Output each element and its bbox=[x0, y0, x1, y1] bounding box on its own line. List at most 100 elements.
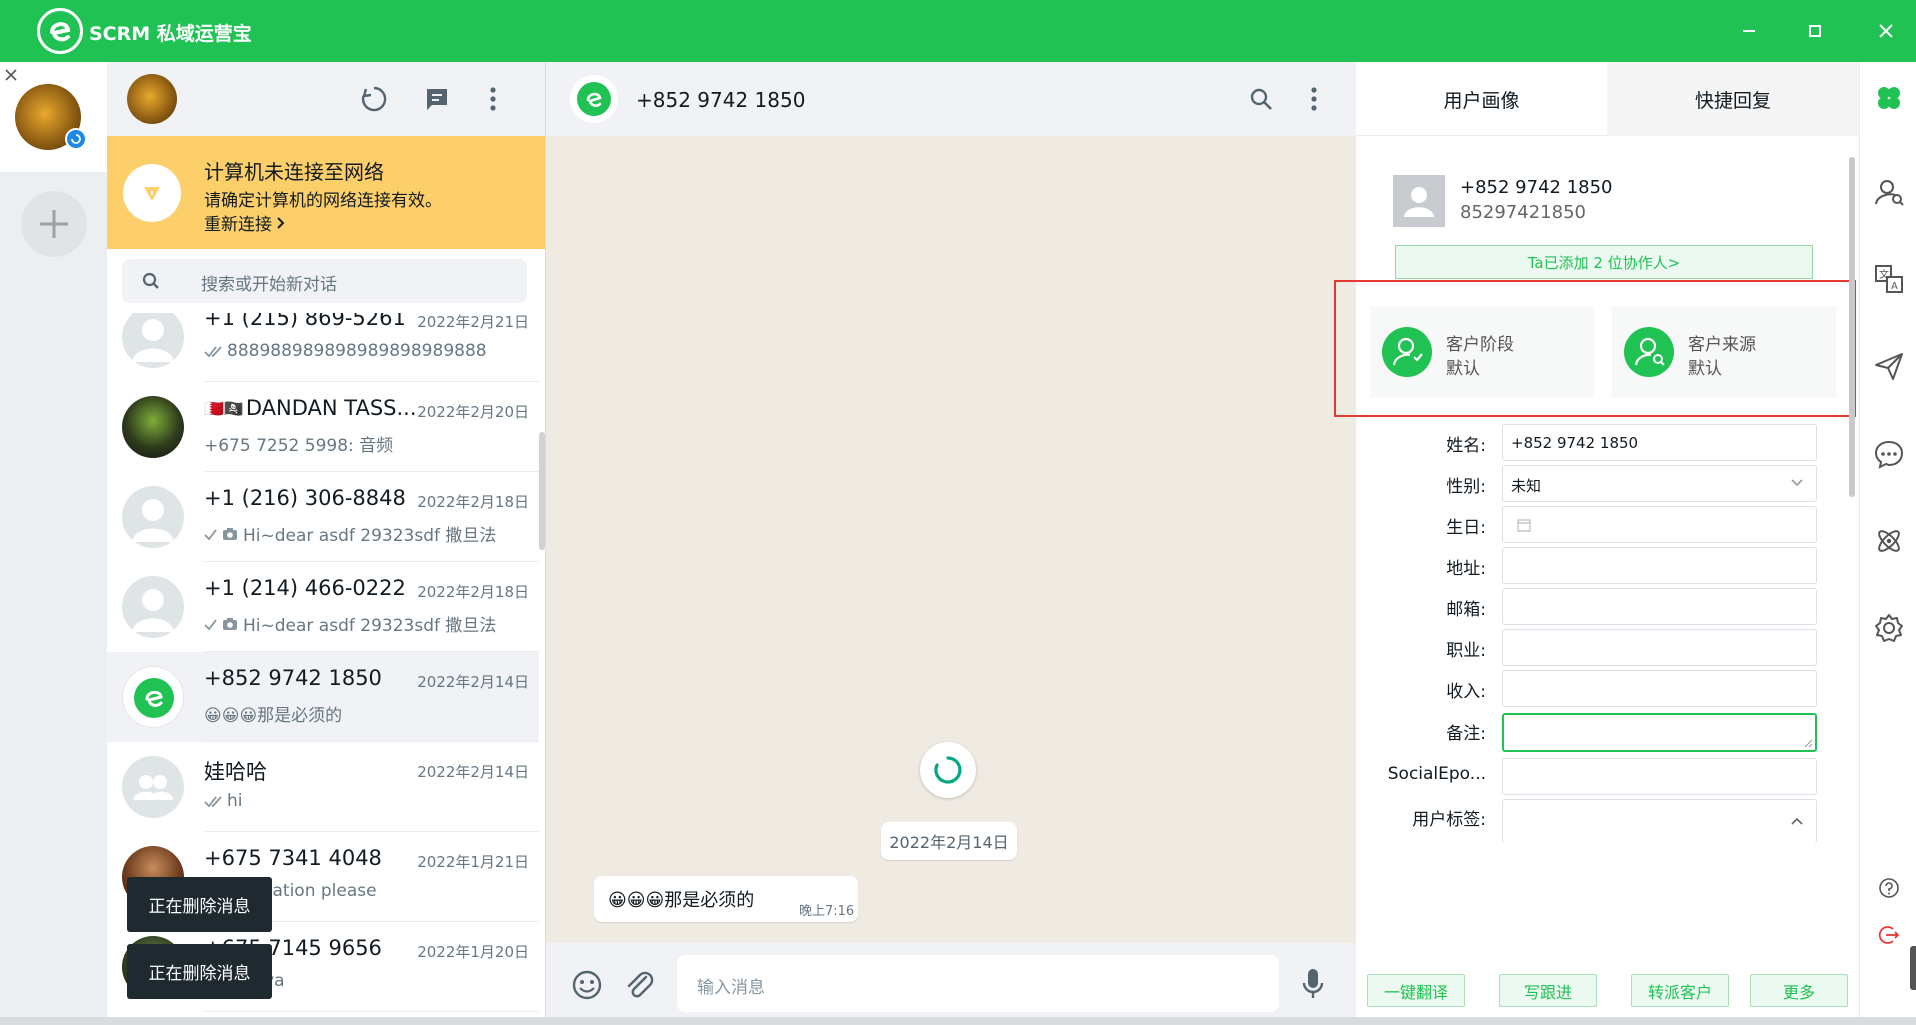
social-field[interactable] bbox=[1502, 758, 1817, 795]
list-item-selected[interactable]: +852 9742 1850 2022年2月14日 😀😀😀那是必须的 bbox=[107, 652, 539, 742]
help-icon[interactable] bbox=[1878, 877, 1900, 899]
chat-preview: Hi~dear asdf 29323sdf 撒旦法 bbox=[243, 526, 497, 546]
chat-name: +675 7341 4048 bbox=[204, 846, 382, 870]
chat-avatar bbox=[122, 396, 184, 458]
conversation-menu-icon[interactable] bbox=[1308, 86, 1320, 112]
gear-icon[interactable] bbox=[1873, 612, 1905, 644]
note-label: 备注: bbox=[1446, 724, 1486, 744]
chat-name: +1 (215) 869-5261 bbox=[204, 313, 406, 330]
chat-list-scrollbar[interactable] bbox=[539, 432, 545, 550]
contact-avatar-logo-icon[interactable] bbox=[570, 75, 618, 123]
close-account-icon[interactable] bbox=[4, 68, 18, 82]
list-item[interactable]: +1 (214) 466-0222 2022年2月18日 Hi~dear asd… bbox=[107, 562, 539, 652]
loading-spinner-icon bbox=[920, 742, 976, 798]
chat-name: 娃哈哈 bbox=[204, 760, 267, 784]
more-button[interactable]: 更多 bbox=[1750, 974, 1848, 1007]
conversation-header: +852 9742 1850 bbox=[546, 62, 1356, 136]
chat-preview: 😀😀😀那是必须的 bbox=[204, 706, 343, 726]
emoji-icon[interactable] bbox=[571, 969, 603, 1001]
chat-bubble-icon[interactable] bbox=[1873, 438, 1905, 470]
chevron-down-icon bbox=[1790, 478, 1804, 488]
list-item[interactable]: 🇧🇭🏴‍☠️ DANDAN TASS... 2022年2月20日 +675 72… bbox=[107, 382, 539, 472]
close-icon[interactable] bbox=[1869, 14, 1903, 48]
tab-quick-reply[interactable]: 快捷回复 bbox=[1607, 62, 1859, 136]
title-bar: SCRM 私域运营宝 bbox=[0, 0, 1916, 62]
list-item[interactable]: +1 (216) 306-8848 2022年2月18日 Hi~dear asd… bbox=[107, 472, 539, 562]
contact-title[interactable]: +852 9742 1850 bbox=[636, 88, 805, 112]
job-field[interactable] bbox=[1502, 629, 1817, 666]
job-label: 职业: bbox=[1446, 641, 1486, 661]
new-chat-icon[interactable] bbox=[423, 85, 451, 113]
message-input[interactable]: 输入消息 bbox=[677, 955, 1279, 1012]
email-field[interactable] bbox=[1502, 588, 1817, 625]
name-field[interactable]: +852 9742 1850 bbox=[1502, 424, 1817, 461]
app-logo-icon bbox=[37, 8, 83, 54]
add-account-button[interactable] bbox=[21, 191, 87, 257]
profile-name: +852 9742 1850 bbox=[1460, 177, 1613, 198]
banner-title: 计算机未连接至网络 bbox=[204, 160, 384, 184]
maximize-icon[interactable] bbox=[1798, 14, 1832, 48]
chat-name: DANDAN TASS... bbox=[245, 396, 417, 420]
minimize-icon[interactable] bbox=[1732, 14, 1766, 48]
tags-field[interactable] bbox=[1502, 799, 1817, 843]
clover-icon[interactable] bbox=[1873, 82, 1905, 114]
microphone-icon[interactable] bbox=[1302, 967, 1324, 1001]
list-item[interactable]: +1 (215) 869-5261 2022年2月21日 88898898989… bbox=[107, 313, 539, 382]
tab-user-profile[interactable]: 用户画像 bbox=[1356, 62, 1607, 136]
double-check-icon bbox=[204, 794, 224, 808]
chat-date: 2022年2月14日 bbox=[417, 763, 529, 781]
search-placeholder[interactable]: 搜索或开始新对话 bbox=[201, 270, 337, 295]
address-field[interactable] bbox=[1502, 547, 1817, 584]
account-card[interactable] bbox=[0, 62, 107, 172]
check-icon bbox=[204, 527, 218, 541]
atom-icon[interactable] bbox=[1873, 525, 1905, 557]
user-search-icon[interactable] bbox=[1873, 176, 1905, 208]
collaborators-button[interactable]: Ta已添加 2 位协作人> bbox=[1395, 245, 1813, 279]
my-avatar[interactable] bbox=[127, 74, 177, 124]
calendar-icon bbox=[1517, 518, 1531, 532]
note-textarea[interactable] bbox=[1502, 713, 1817, 752]
send-icon[interactable] bbox=[1873, 350, 1905, 382]
message-input-placeholder[interactable]: 输入消息 bbox=[697, 973, 765, 998]
name-label: 姓名: bbox=[1446, 436, 1486, 456]
chat-date: 2022年2月20日 bbox=[417, 403, 529, 421]
chat-date: 2022年2月21日 bbox=[417, 313, 529, 331]
offline-banner: 计算机未连接至网络 请确定计算机的网络连接有效。 重新连接 bbox=[107, 136, 545, 249]
chat-preview: 888988989898989898989888 bbox=[227, 341, 487, 361]
message-bubble[interactable]: 😀😀😀那是必须的 晚上7:16 bbox=[594, 876, 858, 922]
menu-kebab-icon[interactable] bbox=[487, 85, 499, 113]
translate-button[interactable]: 一键翻译 bbox=[1367, 974, 1465, 1007]
transfer-customer-button[interactable]: 转派客户 bbox=[1631, 974, 1729, 1007]
default-avatar-icon bbox=[122, 576, 184, 638]
conversation-panel: +852 9742 1850 2022年2月14日 😀😀😀那是必须的 晚上7:1… bbox=[546, 62, 1356, 1025]
status-icon[interactable] bbox=[360, 85, 388, 113]
attach-icon[interactable] bbox=[624, 969, 654, 1001]
reconnect-label: 重新连接 bbox=[204, 215, 272, 235]
edge-handle[interactable] bbox=[1910, 946, 1916, 990]
profile-scrollbar[interactable] bbox=[1849, 157, 1855, 497]
toast-deleting: 正在删除消息 bbox=[127, 877, 272, 932]
flags-emoji: 🇧🇭🏴‍☠️ bbox=[204, 398, 244, 418]
translate-icon[interactable]: 文A bbox=[1873, 263, 1905, 295]
resize-handle-icon[interactable] bbox=[1803, 738, 1813, 748]
chat-date: 2022年1月21日 bbox=[417, 853, 529, 871]
search-messages-icon[interactable] bbox=[1249, 87, 1273, 111]
chevron-up-icon bbox=[1790, 816, 1804, 826]
gender-label: 性别: bbox=[1446, 477, 1486, 497]
logout-icon[interactable] bbox=[1878, 924, 1900, 946]
chat-name: +1 (214) 466-0222 bbox=[204, 576, 406, 600]
reconnect-link[interactable]: 重新连接 bbox=[204, 210, 286, 235]
chat-list-panel: 计算机未连接至网络 请确定计算机的网络连接有效。 重新连接 搜索或开始新对话 +… bbox=[107, 62, 546, 1025]
check-icon bbox=[204, 617, 218, 631]
address-label: 地址: bbox=[1446, 559, 1486, 579]
income-field[interactable] bbox=[1502, 670, 1817, 707]
search-box[interactable]: 搜索或开始新对话 bbox=[122, 259, 527, 303]
banner-subtitle: 请确定计算机的网络连接有效。 bbox=[204, 191, 442, 211]
tags-label: 用户标签: bbox=[1412, 810, 1486, 830]
birthday-field[interactable] bbox=[1502, 506, 1817, 543]
chat-name: +852 9742 1850 bbox=[204, 666, 382, 690]
chat-date: 2022年2月18日 bbox=[417, 493, 529, 511]
gender-select[interactable]: 未知 bbox=[1502, 465, 1817, 502]
write-followup-button[interactable]: 写跟进 bbox=[1499, 974, 1597, 1007]
list-item[interactable]: 娃哈哈 2022年2月14日 hi bbox=[107, 742, 539, 832]
